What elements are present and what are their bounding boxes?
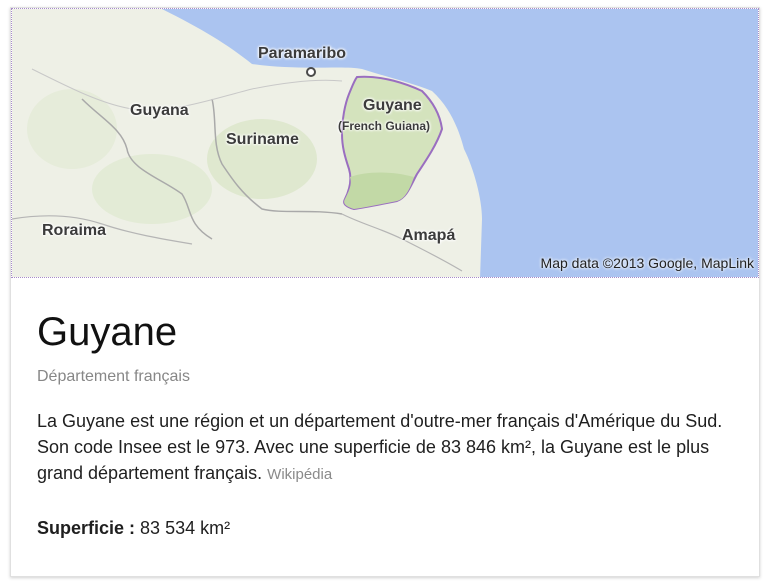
map-label-paramaribo: Paramaribo [258, 45, 347, 62]
entity-description: La Guyane est une région et un départeme… [37, 411, 723, 483]
forest-patch [92, 154, 212, 224]
entity-subtitle: Département français [37, 368, 190, 385]
map-label-french-guiana: (French Guiana) [338, 119, 431, 133]
map-label-guyane: Guyane [363, 97, 422, 114]
map-graphic [12, 9, 758, 277]
entity-title: Guyane [37, 310, 178, 354]
map-label-amapa: Amapá [402, 227, 456, 244]
fact-row-superficie: Superficie : 83 534 km² [37, 518, 737, 539]
map-label-suriname: Suriname [226, 131, 299, 148]
fact-value: 83 534 km² [140, 518, 231, 538]
paramaribo-city-dot [306, 67, 316, 77]
wikipedia-source-link[interactable]: Wikipédia [267, 466, 332, 483]
entity-description-block: La Guyane est une région et un départeme… [37, 408, 737, 488]
map-label-guyana: Guyana [130, 102, 189, 119]
map-thumbnail[interactable]: Paramaribo Guyana Suriname Guyane (Frenc… [11, 8, 759, 278]
knowledge-panel: Paramaribo Guyana Suriname Guyane (Frenc… [10, 7, 760, 577]
fact-label: Superficie : [37, 518, 136, 538]
map-attribution: Map data ©2013 Google, MapLink [540, 255, 754, 271]
entity-details: Guyane Département français La Guyane es… [37, 278, 737, 539]
map-label-roraima: Roraima [42, 222, 107, 239]
